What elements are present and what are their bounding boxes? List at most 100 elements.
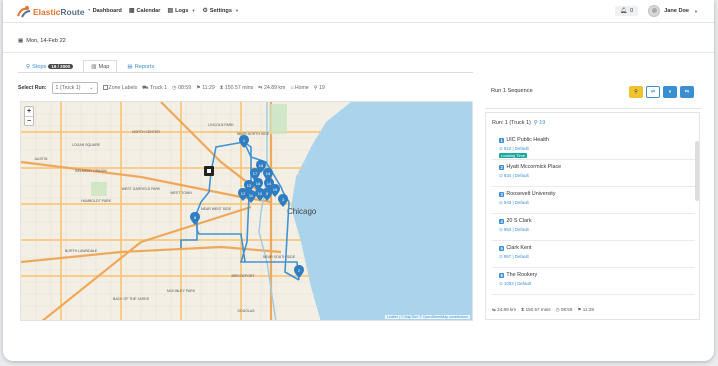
stop-count-value: 19	[319, 85, 325, 91]
main-nav: ◔ Dashboard ▦ Calendar ▤ Logs ▼ ⚙ Settings ▼	[87, 7, 239, 15]
stop-number: 4	[499, 218, 505, 224]
tab-reports-label: Reports	[134, 63, 155, 70]
nav-dashboard-label: Dashboard	[92, 7, 122, 14]
list-item[interactable]: 1 UIC Public Health ⊙ 922 | Default Loading…	[492, 133, 695, 160]
tab-map[interactable]: ▥ Map	[83, 60, 118, 72]
start-time: ◷ 08:59	[172, 85, 191, 91]
nav-dashboard[interactable]: ◔ Dashboard	[87, 7, 122, 14]
stop-meta[interactable]: ⊙ 1003 | Default	[499, 281, 531, 287]
zoom-out-button[interactable]: −	[25, 116, 33, 125]
pin-icon: ⚲	[313, 85, 318, 91]
tab-reports[interactable]: ▤ Reports	[119, 60, 162, 72]
map-label: LOGAN SQUARE	[72, 143, 101, 147]
zone-labels-toggle[interactable]: Zone Labels	[102, 85, 137, 91]
chevron-down-icon: ▼	[694, 8, 698, 14]
home-label: Home	[294, 85, 309, 91]
swap-icon: ⇄	[650, 89, 656, 95]
avatar	[648, 5, 661, 17]
user-menu[interactable]: Jane Doe ▼	[648, 5, 698, 17]
nav-logs[interactable]: ▤ Logs ▼	[167, 7, 195, 15]
zoom-in-button[interactable]: +	[25, 107, 33, 116]
notifications-button[interactable]: 🔔︎ 0	[615, 6, 639, 16]
stat-start: ◷ 08:59	[556, 307, 573, 313]
logo[interactable]: ElasticRoute	[17, 5, 85, 18]
run-select[interactable]: 1 (Truck 1) ⌄	[51, 82, 98, 94]
list-item[interactable]: 4 20 S Clark ⊙ 952 | Default	[492, 214, 695, 241]
scrollbar[interactable]	[695, 141, 699, 201]
stop-name: 20 S Clark	[506, 218, 532, 224]
list-item[interactable]: 3 Roosevelt University ⊙ 943 | Default	[492, 187, 695, 214]
run-sequence-card: Run: 1 (Truck 1) ⚲ 19 1 UIC Public Health ⊙…	[485, 112, 700, 320]
map-label: DOUGLAS	[237, 309, 255, 313]
map-canvas[interactable]: LINCOLN PARK NEAR NORTH SIDE NORTH CENTE…	[21, 102, 473, 321]
route-map[interactable]: LINCOLN PARK NEAR NORTH SIDE NORTH CENTE…	[20, 101, 473, 321]
list-item[interactable]: 5 Clark Kent ⊙ 957 | Default	[492, 241, 695, 268]
reverse-button[interactable]: ⇄	[646, 86, 660, 98]
tab-map-label: Map	[98, 63, 110, 70]
exchange-button[interactable]: ⇆	[680, 86, 694, 98]
nav-settings[interactable]: ⚙ Settings ▼	[202, 7, 239, 15]
truck-label: Truck 1	[150, 84, 168, 91]
zone-labels-checkbox[interactable]	[102, 85, 108, 91]
app-window: ElasticRoute ◔ Dashboard ▦ Calendar ▤ Logs ▼…	[3, 0, 714, 361]
chevron-down-icon: ▼	[234, 8, 239, 13]
nav-settings-label: Settings	[209, 7, 232, 14]
sliders-icon: ⚙	[202, 8, 208, 14]
svg-text:16: 16	[256, 181, 261, 186]
home-depot: ⌂ Home	[290, 85, 308, 91]
map-attribution[interactable]: Leaflet | © MapTiler © OpenStreetMap con…	[384, 315, 470, 319]
tab-stops[interactable]: ⚲ Stops 19 / 2000	[18, 60, 81, 72]
chevron-down-icon: ⌄	[89, 85, 94, 91]
attribution-link[interactable]: Leaflet | © MapTiler © OpenStreetMap con…	[387, 315, 468, 319]
stop-meta[interactable]: ⊙ 952 | Default	[499, 227, 529, 233]
stop-number: 1	[499, 137, 505, 143]
stat-end-value: 11:29	[582, 307, 594, 312]
map-label: AUSTIN	[35, 157, 48, 161]
stop-number: 5	[499, 245, 505, 251]
divider	[485, 108, 702, 109]
stop-number: 3	[499, 191, 505, 197]
tab-underline	[18, 72, 473, 73]
stop-meta[interactable]: ⊙ 934 | Default	[499, 173, 529, 179]
dashboard-icon: ◔	[87, 7, 91, 14]
nav-calendar[interactable]: ▦ Calendar	[129, 7, 161, 15]
stop-number: 6	[499, 272, 505, 278]
clock-icon: ◷	[172, 85, 177, 91]
map-label: BRIDGEPORT	[231, 274, 255, 278]
run-info-bar: Select Run: 1 (Truck 1) ⌄ Zone Labels ⛟ T…	[18, 82, 325, 94]
map-label: WEST TOWN	[170, 191, 192, 195]
map-label: BACK OF THE YARDS	[113, 297, 150, 301]
logo-text: ElasticRoute	[33, 6, 85, 17]
map-label: NORTH LAWNDALE	[65, 249, 98, 253]
stop-meta[interactable]: ⊙ 943 | Default	[499, 200, 529, 206]
stop-number: 2	[499, 164, 505, 170]
svg-text:19: 19	[273, 187, 278, 192]
stop-list[interactable]: 1 UIC Public Health ⊙ 922 | Default Loading…	[492, 133, 695, 303]
flag-icon: ⚑	[196, 85, 201, 91]
end-time: ⚑ 11:29	[196, 85, 215, 91]
optimize-button[interactable]: ⚲	[629, 86, 643, 98]
run-header: Run: 1 (Truck 1) ⚲ 19	[492, 120, 545, 126]
bell-icon: 🔔︎	[620, 8, 628, 14]
document-icon: ▤	[167, 8, 174, 14]
stat-distance: ⇆ 24.89 km	[492, 307, 516, 313]
list-item[interactable]: 2 Hyatt Mccormick Place ⊙ 934 | Default	[492, 160, 695, 187]
run-select-value: 1 (Truck 1)	[55, 85, 81, 91]
duration-value: 150.57 mins	[224, 84, 254, 91]
columns-button[interactable]: ⏸	[663, 86, 677, 98]
end-time-value: 11:29	[202, 85, 215, 91]
city-label: Chicago	[287, 207, 317, 216]
list-item[interactable]: 6 The Rookery ⊙ 1003 | Default	[492, 268, 695, 295]
distance-value: 24.89 km	[263, 85, 286, 91]
stat-distance-value: 24.89 km	[497, 307, 517, 312]
map-label: WEST GARFIELD PARK	[122, 187, 161, 191]
svg-text:12: 12	[241, 191, 246, 196]
stop-meta[interactable]: ⊙ 922 | Default	[499, 146, 529, 152]
sequence-actions: ⚲ ⇄ ⏸ ⇆	[629, 86, 694, 98]
zoom-control: + −	[24, 106, 34, 126]
stop-meta[interactable]: ⊙ 957 | Default	[499, 254, 529, 260]
run-stop-count: 19	[539, 120, 546, 126]
map-label: HUMBOLDT PARK	[81, 199, 111, 203]
date-display: ▦ Mon, 14-Feb 22	[18, 38, 66, 44]
road-icon: ⇆	[258, 85, 263, 91]
